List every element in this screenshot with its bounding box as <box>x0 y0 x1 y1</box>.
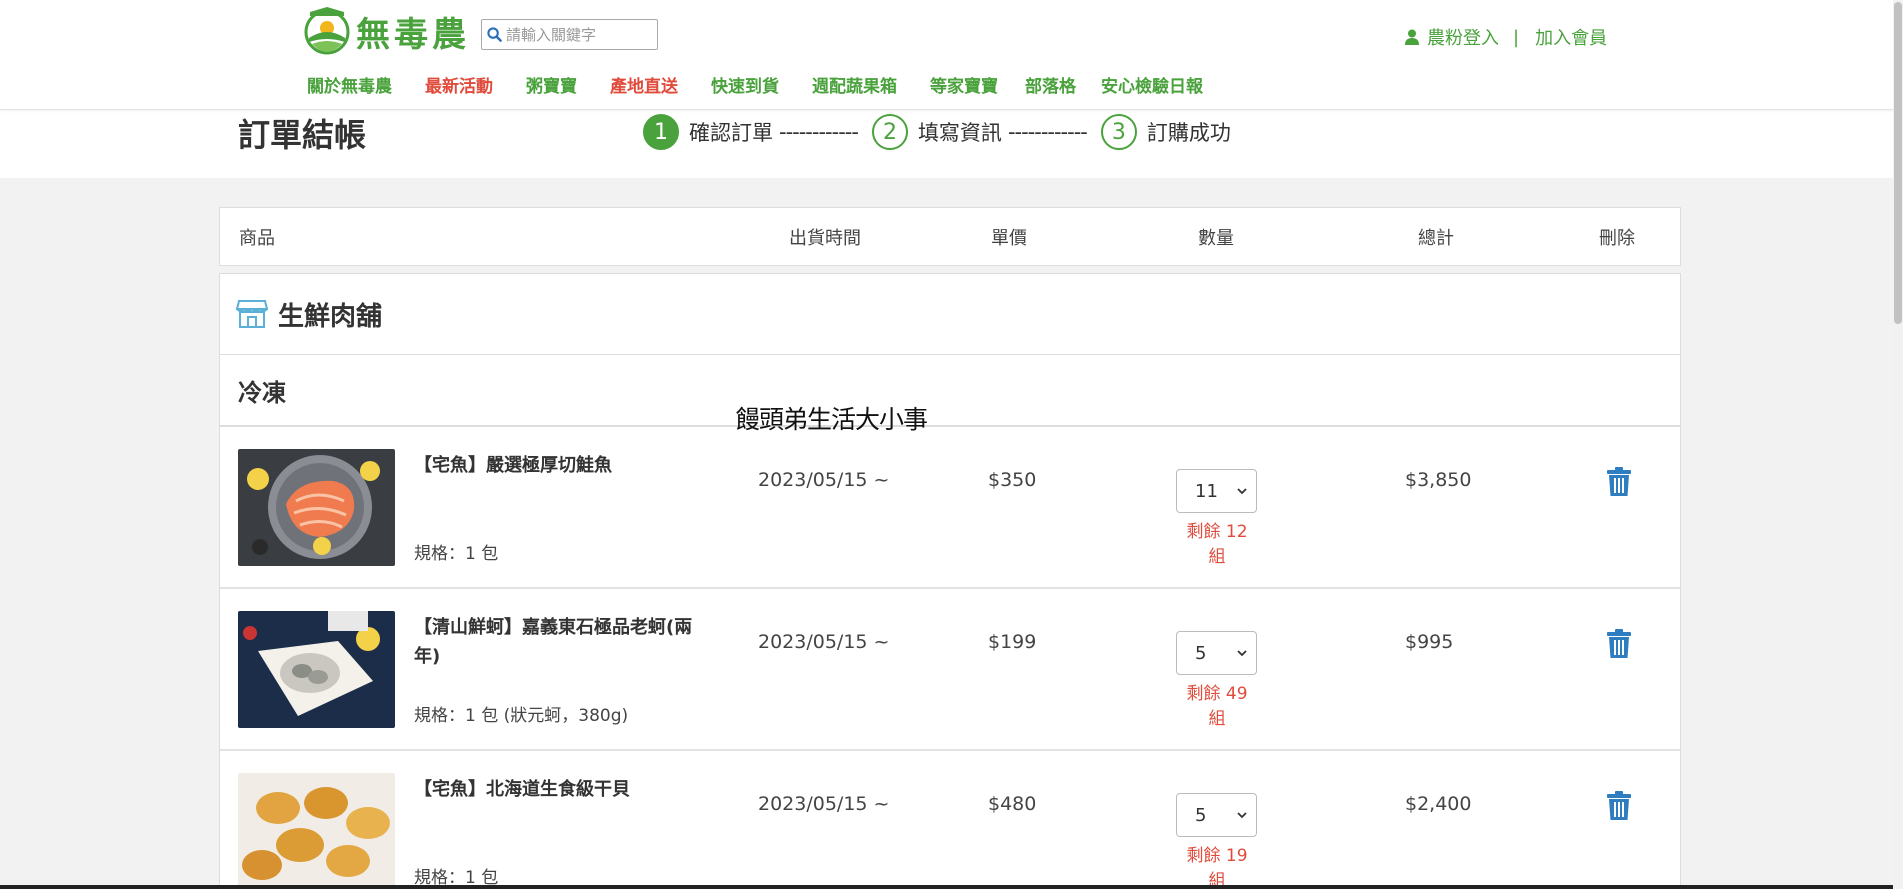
product-spec: 規格：1 包 (狀元蚵，380g) <box>414 706 629 726</box>
stock-remaining: 剩餘 12 組 <box>1186 522 1248 567</box>
trash-icon[interactable] <box>1606 791 1632 821</box>
search-icon[interactable] <box>487 27 502 42</box>
step-label: 確認訂單 <box>689 121 773 145</box>
search-input[interactable] <box>506 21 656 48</box>
nav-item-events[interactable]: 最新活動 <box>425 72 493 97</box>
col-header-product: 商品 <box>239 227 275 249</box>
step-number: 2 <box>871 114 908 150</box>
signup-link[interactable]: 加入會員 <box>1535 24 1607 50</box>
step-fill-info: 2 填寫資訊 ------------ <box>871 114 1101 150</box>
product-spec: 規格：1 包 <box>414 544 499 564</box>
quantity-select[interactable]: 5 <box>1176 631 1257 675</box>
unit-price: $199 <box>988 631 1037 653</box>
shop-name: 生鮮肉舖 <box>278 301 383 332</box>
ship-date: 2023/05/15 ~ <box>758 793 890 815</box>
col-header-total: 總計 <box>1418 227 1454 249</box>
ship-date: 2023/05/15 ~ <box>758 631 890 653</box>
product-name-link[interactable]: 【清山鮮蚵】嘉義東石極品老蚵(兩年) <box>414 613 704 671</box>
shop-cart-block: 生鮮肉舖 冷凍 【宅魚】嚴選極厚切鮭魚 規格：1 包 2023/05/15 ~ … <box>219 273 1681 889</box>
nav-item-porridge[interactable]: 粥寶寶 <box>526 72 577 97</box>
nav-item-veggie-box[interactable]: 週配蔬果箱 <box>812 72 897 97</box>
logo-text: 無毒農 <box>356 14 470 55</box>
line-total: $995 <box>1405 631 1454 653</box>
logo-icon <box>304 7 350 55</box>
main-nav: 關於無毒農 最新活動 粥寶寶 產地直送 快速到貨 週配蔬果箱 等家寶寶 部落格 … <box>307 72 1203 97</box>
stock-remaining: 剩餘 49 組 <box>1186 684 1248 729</box>
salmon-image[interactable] <box>238 449 395 566</box>
chevron-down-icon <box>1237 812 1247 819</box>
step-connector: ------------ <box>779 120 859 144</box>
quantity-value: 11 <box>1195 480 1218 502</box>
section-frozen: 冷凍 <box>220 355 1680 427</box>
step-connector: ------------ <box>1007 120 1088 144</box>
chevron-down-icon <box>1237 650 1247 657</box>
nav-item-baby[interactable]: 等家寶寶 <box>930 72 998 97</box>
line-total: $2,400 <box>1405 793 1472 815</box>
store-icon <box>236 300 268 328</box>
window-bottom-edge <box>0 885 1903 889</box>
trash-icon[interactable] <box>1606 467 1632 497</box>
chevron-down-icon <box>1237 488 1247 495</box>
line-total: $3,850 <box>1405 469 1472 491</box>
ship-date: 2023/05/15 ~ <box>758 469 890 491</box>
cart-table-header: 商品 出貨時間 單價 數量 總計 刪除 <box>219 207 1681 266</box>
checkout-title-band: 訂單結帳 1 確認訂單 ------------ 2 填寫資訊 --------… <box>0 110 1903 178</box>
page-title: 訂單結帳 <box>238 116 367 154</box>
site-logo[interactable]: 無毒農 <box>304 6 470 56</box>
quantity-select[interactable]: 11 <box>1176 469 1257 513</box>
scallop-image[interactable] <box>238 773 395 889</box>
nav-item-farm-direct[interactable]: 產地直送 <box>610 72 678 97</box>
step-number: 1 <box>643 114 679 150</box>
oyster-image[interactable] <box>238 611 395 728</box>
step-label: 訂購成功 <box>1146 121 1231 145</box>
quantity-value: 5 <box>1195 804 1207 826</box>
checkout-steps: 1 確認訂單 ------------ 2 填寫資訊 ------------ … <box>643 114 1231 150</box>
quantity-select[interactable]: 5 <box>1176 793 1257 837</box>
step-confirm-order: 1 確認訂單 ------------ <box>643 114 872 150</box>
shop-header: 生鮮肉舖 <box>220 274 1680 355</box>
stock-remaining: 剩餘 19 組 <box>1186 846 1248 889</box>
nav-item-blog[interactable]: 部落格 <box>1025 72 1076 97</box>
quantity-value: 5 <box>1195 642 1207 664</box>
login-link[interactable]: 農粉登入 <box>1427 24 1499 50</box>
cart-item: 【清山鮮蚵】嘉義東石極品老蚵(兩年) 規格：1 包 (狀元蚵，380g) 202… <box>220 589 1680 751</box>
step-label: 填寫資訊 <box>917 121 1002 145</box>
col-header-unit-price: 單價 <box>991 227 1027 249</box>
user-icon <box>1405 29 1419 45</box>
col-header-quantity: 數量 <box>1198 227 1234 249</box>
col-header-ship-time: 出貨時間 <box>789 227 861 249</box>
search-box <box>481 19 658 50</box>
col-header-delete: 刪除 <box>1599 227 1635 249</box>
step-number: 3 <box>1100 114 1137 150</box>
product-name-link[interactable]: 【宅魚】北海道生食級干貝 <box>414 775 704 804</box>
product-name-link[interactable]: 【宅魚】嚴選極厚切鮭魚 <box>414 451 704 480</box>
watermark-text: 饅頭弟生活大小事 <box>735 405 928 434</box>
trash-icon[interactable] <box>1606 629 1632 659</box>
site-header: 無毒農 農粉登入 | 加入會員 關於無毒農 最新活動 粥寶寶 產地直送 快速到貨… <box>0 0 1903 110</box>
cart-item: 【宅魚】嚴選極厚切鮭魚 規格：1 包 2023/05/15 ~ $350 11 … <box>220 427 1680 589</box>
user-links: 農粉登入 | 加入會員 <box>1405 24 1607 50</box>
unit-price: $350 <box>988 469 1037 491</box>
nav-item-about[interactable]: 關於無毒農 <box>307 72 392 97</box>
nav-item-inspection-report[interactable]: 安心檢驗日報 <box>1101 72 1203 97</box>
scrollbar-thumb[interactable] <box>1894 2 1902 324</box>
nav-item-fast-delivery[interactable]: 快速到貨 <box>711 72 779 97</box>
unit-price: $480 <box>988 793 1037 815</box>
step-order-success: 3 訂購成功 <box>1100 114 1231 150</box>
cart-item: 【宅魚】北海道生食級干貝 規格：1 包 2023/05/15 ~ $480 5 … <box>220 751 1680 889</box>
link-separator: | <box>1513 26 1520 48</box>
